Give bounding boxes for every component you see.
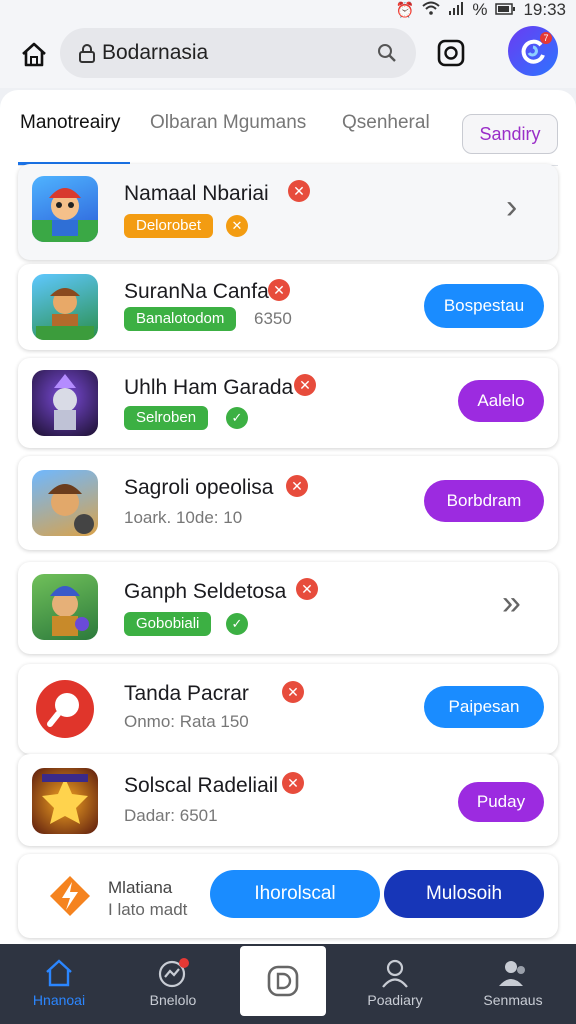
clock: 19:33: [523, 0, 566, 19]
camera-button[interactable]: [432, 34, 470, 72]
game-icon: [32, 370, 98, 436]
close-badge-icon[interactable]: ✕: [268, 279, 290, 301]
card-title: Ganph Seldetosa: [124, 580, 287, 603]
list-item[interactable]: Uhlh Ham Garada ✕ Selroben ✓ Aalelo: [18, 358, 558, 448]
close-badge-icon[interactable]: ✕: [296, 578, 318, 600]
card-title: Namaal Nbariai: [124, 182, 269, 205]
user-icon: [382, 959, 408, 988]
promo-title: Mlatiana: [108, 878, 173, 897]
list-item[interactable]: Sagroli opeolisa ✕ 1oark. 10de: 10 Borbd…: [18, 456, 558, 550]
tab-bar: Manotreairy Olbaran Mgumans Qsenheral Sa…: [0, 102, 576, 166]
check-icon: ✓: [226, 613, 248, 635]
browser-toolbar: Bodarnasia 7: [0, 20, 576, 88]
card-title: Solscal Radeliail: [124, 774, 279, 797]
promo-subtitle: I lato madt: [108, 900, 188, 919]
list-item[interactable]: SuranNa Canfa ✕ Banalotodom 6350 Bospest…: [18, 264, 558, 350]
address-bar[interactable]: Bodarnasia: [60, 28, 416, 78]
list-item[interactable]: Ganph Seldetosa ✕ Gobobiali ✓ »: [18, 562, 558, 654]
battery-label: %: [472, 0, 488, 19]
bottom-nav: Hnanoai Bnelolo Poadiary Senmaus: [0, 944, 576, 1024]
close-badge-icon[interactable]: ✕: [288, 180, 310, 202]
card-title: Sagroli opeolisa: [124, 476, 274, 499]
nav-label: Senmaus: [483, 992, 543, 1008]
profile-avatar[interactable]: 7: [508, 26, 558, 76]
card-count: 6350: [254, 309, 292, 328]
promo-secondary-button[interactable]: Mulosoih: [384, 870, 544, 918]
game-icon: [32, 274, 98, 340]
nav-label: Poadiary: [367, 992, 423, 1008]
signal-icon: [448, 1, 464, 19]
center-d-icon: [267, 965, 299, 997]
nav-profile[interactable]: Poadiary: [350, 954, 440, 1008]
close-badge-icon[interactable]: ✕: [282, 681, 304, 703]
activity-icon: [158, 958, 189, 988]
card-title: Uhlh Ham Garada: [124, 376, 294, 399]
nav-center-button[interactable]: [240, 946, 326, 1016]
lock-icon: [79, 44, 95, 63]
promo-primary-button[interactable]: Ihorolscal: [210, 870, 380, 918]
tab-1[interactable]: Olbaran Mgumans: [150, 112, 306, 134]
card-title: Tanda Pacrar: [124, 682, 249, 705]
card-action-button[interactable]: Bospestau: [424, 284, 544, 328]
nav-label: Hnanoai: [32, 992, 86, 1008]
status-bar: ⏰ % 19:33: [0, 0, 576, 20]
game-icon: [32, 574, 98, 640]
card-action-button[interactable]: Paipesan: [424, 686, 544, 728]
promo-card: Mlatiana I lato madt Ihorolscal Mulosoih: [18, 854, 558, 938]
status-pill: Banalotodom: [124, 307, 237, 331]
tab-0[interactable]: Manotreairy: [20, 112, 120, 134]
close-badge-icon[interactable]: ✕: [294, 374, 316, 396]
card-action-button[interactable]: Borbdram: [424, 480, 544, 522]
camera-icon: [437, 39, 465, 67]
game-icon: [32, 768, 98, 834]
nav-home[interactable]: Hnanoai: [14, 954, 104, 1008]
card-action-button[interactable]: Aalelo: [458, 380, 544, 422]
check-icon: ✓: [226, 407, 248, 429]
game-icon: [32, 176, 98, 242]
list-item[interactable]: Solscal Radeliail ✕ Dadar: 6501 Puday: [18, 754, 558, 846]
tab-action-button[interactable]: Sandiry: [462, 114, 558, 154]
list-item[interactable]: Namaal Nbariai ✕ Delorobet ✕ ›: [18, 164, 558, 260]
alarm-icon: ⏰: [395, 2, 415, 19]
list-item[interactable]: Tanda Pacrar ✕ Onmo: Rata 150 Paipesan: [18, 664, 558, 754]
notification-dot: 7: [540, 32, 552, 44]
tool-icon: ✕: [226, 215, 248, 237]
card-subtitle: Onmo: Rata 150: [124, 712, 249, 731]
lightning-icon: [50, 876, 90, 916]
nav-activity[interactable]: Bnelolo: [128, 954, 218, 1008]
double-chevron-right-icon[interactable]: »: [502, 584, 521, 623]
nav-label: Bnelolo: [149, 992, 197, 1008]
chevron-right-icon[interactable]: ›: [506, 188, 517, 227]
home-icon: [22, 42, 46, 67]
home-button[interactable]: [14, 34, 54, 74]
game-icon: [32, 470, 98, 536]
nav-settings[interactable]: Senmaus: [468, 954, 558, 1008]
card-subtitle: 1oark. 10de: 10: [124, 508, 243, 527]
app-icon: [32, 676, 98, 742]
search-icon[interactable]: [376, 42, 398, 64]
card-action-button[interactable]: Puday: [458, 782, 544, 822]
group-icon: [499, 961, 525, 986]
status-pill: Gobobiali: [124, 612, 212, 636]
address-text: Bodarnasia: [102, 41, 209, 64]
wifi-icon: [422, 1, 440, 19]
status-pill: Delorobet: [124, 214, 214, 238]
card-subtitle: Dadar: 6501: [124, 806, 218, 825]
home-icon: [46, 959, 72, 987]
tab-2[interactable]: Qsenheral: [342, 112, 430, 134]
status-pill: Selroben: [124, 406, 209, 430]
close-badge-icon[interactable]: ✕: [282, 772, 304, 794]
battery-icon: [495, 2, 516, 19]
card-title: SuranNa Canfa: [124, 280, 269, 303]
close-badge-icon[interactable]: ✕: [286, 475, 308, 497]
